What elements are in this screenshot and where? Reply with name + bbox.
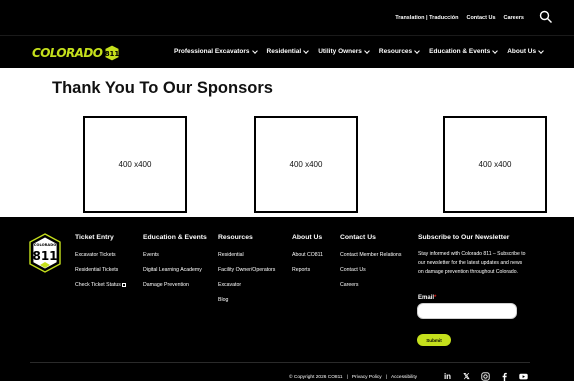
footer-col-title: About Us <box>292 234 323 241</box>
footer-col-title: Resources <box>218 234 253 241</box>
footer-link[interactable]: Residential Tickets <box>75 267 126 273</box>
chevron-down-icon <box>251 47 258 54</box>
chevron-down-icon <box>492 47 499 54</box>
accessibility-link[interactable]: Accessibility <box>391 375 417 380</box>
sponsor-label: 400 x400 <box>478 160 512 169</box>
newsletter-submit-button[interactable]: Submit <box>417 334 451 346</box>
main-nav: COLORADO 811 Professional Excavators Res… <box>0 35 574 68</box>
footer-link[interactable]: Careers <box>340 282 401 288</box>
x-icon[interactable]: 𝕏 <box>462 372 471 381</box>
site-logo[interactable]: COLORADO 811 <box>32 42 121 64</box>
sponsor-label: 400 x400 <box>289 160 323 169</box>
chevron-down-icon <box>303 47 310 54</box>
newsletter-title: Subscribe to Our Newsletter <box>418 234 510 241</box>
footer-logo-icon[interactable]: COLORADO 811 <box>28 233 62 273</box>
required-asterisk: * <box>434 295 437 301</box>
email-label-text: Email <box>418 295 435 301</box>
careers-link[interactable]: Careers <box>504 15 525 21</box>
footer-col-resources: Resources Residential Facility Owner/Ope… <box>218 234 275 312</box>
social-links: in 𝕏 <box>443 372 528 381</box>
footer-link[interactable]: Contact Us <box>340 267 401 273</box>
footer: COLORADO 811 Ticket Entry Excavator Tick… <box>0 217 574 381</box>
external-link-icon <box>121 282 126 287</box>
logo-badge-text: 811 <box>105 50 120 58</box>
nav-items: Professional Excavators Residential Util… <box>174 47 544 55</box>
search-icon[interactable] <box>539 10 553 24</box>
footer-col-newsletter: Subscribe to Our Newsletter Stay informe… <box>418 234 526 277</box>
email-label: Email* <box>418 295 436 301</box>
footer-link[interactable]: Blog <box>218 297 275 303</box>
sponsor-placeholder[interactable]: 400 x400 <box>83 116 187 213</box>
nav-residential[interactable]: Residential <box>266 47 310 55</box>
nav-professional-excavators[interactable]: Professional Excavators <box>174 47 258 55</box>
contact-us-link[interactable]: Contact Us <box>466 15 495 21</box>
utility-links: Translation | Traducción Contact Us Care… <box>395 15 524 21</box>
nav-label: About Us <box>507 48 537 55</box>
copyright-bar: © Copyright 2026 CO811 | Privacy Policy … <box>289 375 417 380</box>
footer-logo-top: COLORADO <box>34 243 57 247</box>
nav-utility-owners[interactable]: Utility Owners <box>318 47 370 55</box>
footer-link[interactable]: Digital Learning Academy <box>143 267 207 273</box>
footer-link[interactable]: About CO811 <box>292 252 323 258</box>
footer-link[interactable]: Residential <box>218 252 275 258</box>
footer-link[interactable]: Events <box>143 252 207 258</box>
facebook-icon[interactable] <box>500 372 509 381</box>
footer-link[interactable]: Excavator Tickets <box>75 252 126 258</box>
sponsor-placeholder[interactable]: 400 x400 <box>443 116 547 213</box>
nav-label: Education & Events <box>429 48 491 55</box>
footer-col-education: Education & Events Events Digital Learni… <box>143 234 207 297</box>
nav-about-us[interactable]: About Us <box>507 47 544 55</box>
newsletter-email-input[interactable] <box>417 303 517 319</box>
footer-link[interactable]: Facility Owner/Operators <box>218 267 275 273</box>
separator: | <box>385 375 387 380</box>
sponsors-title: Thank You To Our Sponsors <box>52 79 273 97</box>
utility-bar: Translation | Traducción Contact Us Care… <box>0 0 574 35</box>
chevron-down-icon <box>538 47 544 54</box>
chevron-down-icon <box>414 47 421 54</box>
sponsor-placeholder[interactable]: 400 x400 <box>254 116 358 213</box>
sponsor-label: 400 x400 <box>118 160 152 169</box>
footer-link[interactable]: Reports <box>292 267 323 273</box>
nav-label: Utility Owners <box>318 48 362 55</box>
footer-link[interactable]: Damage Prevention <box>143 282 207 288</box>
footer-logo-num: 811 <box>32 249 57 263</box>
copyright-text: © Copyright 2026 CO811 <box>289 375 343 380</box>
footer-col-title: Ticket Entry <box>75 234 114 241</box>
separator: | <box>346 375 348 380</box>
linkedin-icon[interactable]: in <box>443 372 452 381</box>
nav-label: Resources <box>378 48 413 55</box>
instagram-icon[interactable] <box>481 372 490 381</box>
footer-col-about: About Us About CO811 Reports <box>292 234 323 282</box>
footer-link[interactable]: Excavator <box>218 282 275 288</box>
footer-col-contact: Contact Us Contact Member Relations Cont… <box>340 234 401 297</box>
chevron-down-icon <box>364 47 370 54</box>
nav-label: Residential <box>266 48 302 55</box>
nav-education-events[interactable]: Education & Events <box>429 47 499 55</box>
logo-text: COLORADO <box>32 46 103 60</box>
youtube-icon[interactable] <box>519 372 528 381</box>
footer-link-label: Check Ticket Status <box>75 282 121 288</box>
newsletter-description: Stay informed with Colorado 811 – Subscr… <box>418 251 526 275</box>
translation-link[interactable]: Translation | Traducción <box>395 15 458 21</box>
footer-col-title: Education & Events <box>143 234 207 241</box>
logo-badge-icon: 811 <box>104 44 120 62</box>
footer-link-check-status[interactable]: Check Ticket Status <box>75 282 126 288</box>
nav-resources[interactable]: Resources <box>378 47 421 55</box>
footer-link[interactable]: Contact Member Relations <box>340 252 401 258</box>
nav-label: Professional Excavators <box>174 48 250 55</box>
footer-col-ticket: Ticket Entry Excavator Tickets Residenti… <box>75 234 126 297</box>
privacy-policy-link[interactable]: Privacy Policy <box>352 375 382 380</box>
footer-divider <box>30 362 530 363</box>
footer-col-title: Contact Us <box>340 234 376 241</box>
